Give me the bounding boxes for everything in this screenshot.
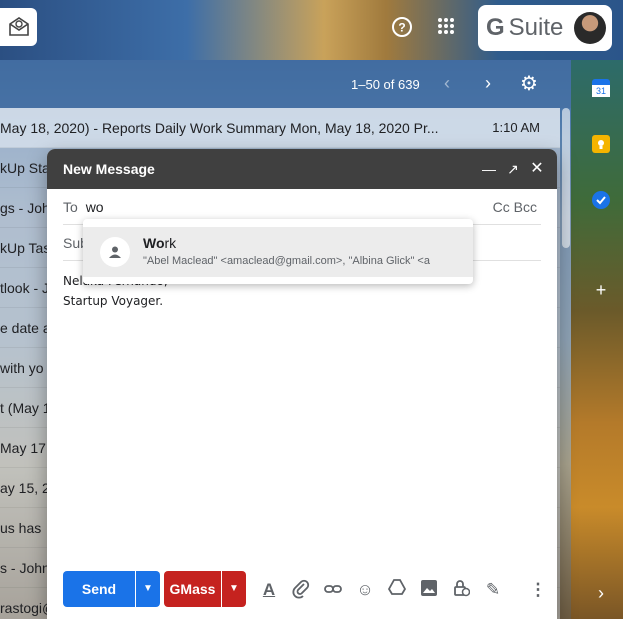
fullscreen-icon[interactable]: ↗ <box>503 149 523 189</box>
gsuite-account-button[interactable]: G Suite <box>478 5 612 51</box>
suggestion-name-rest: rk <box>164 235 177 251</box>
to-input[interactable]: wo <box>86 199 104 215</box>
close-icon[interactable]: ✕ <box>527 149 547 189</box>
pagination-count: 1–50 of 639 <box>351 77 420 92</box>
cc-bcc-link[interactable]: Cc Bcc <box>493 189 537 225</box>
drive-icon[interactable] <box>386 579 408 601</box>
contact-avatar-icon <box>100 237 130 267</box>
email-row-text: kUp Sta <box>0 160 50 176</box>
compose-header[interactable]: New Message — ↗ ✕ <box>47 149 557 189</box>
email-row-time: 1:10 AM <box>492 120 540 135</box>
signature-pen-icon[interactable]: ✎ <box>482 579 504 601</box>
email-row-text: us has <box>0 520 42 536</box>
svg-text:?: ? <box>398 21 405 35</box>
to-label: To <box>63 199 78 215</box>
insert-photo-icon[interactable] <box>418 579 440 601</box>
gmass-button[interactable]: GMass <box>164 571 221 607</box>
insert-link-icon[interactable] <box>322 579 344 601</box>
suggestion-name-match: Wo <box>143 235 165 251</box>
tasks-icon[interactable] <box>592 191 610 209</box>
mail-toolbar: 1–50 of 639 ‹ › ⚙ <box>0 60 571 108</box>
body-line: Startup Voyager. <box>63 294 164 308</box>
keep-icon[interactable] <box>592 135 610 153</box>
add-addon-icon[interactable]: + <box>592 281 610 299</box>
email-row-text: May 18, 2020) - Reports Daily Work Summa… <box>0 120 439 136</box>
email-row-text: with yo <box>0 360 44 376</box>
email-row-text: s - John <box>0 560 50 576</box>
send-options-chevron-icon[interactable]: ▼ <box>136 571 160 607</box>
emoji-icon[interactable]: ☺ <box>354 579 376 601</box>
recipient-suggestions: Work "Abel Maclead" <amaclead@gmail.com>… <box>83 219 473 284</box>
next-page-icon[interactable]: › <box>485 73 491 94</box>
email-row-text: kUp Tas <box>0 240 51 256</box>
calendar-icon[interactable]: 31 <box>592 79 610 97</box>
email-row-text: e date a <box>0 320 51 336</box>
more-options-icon[interactable]: ⋮ <box>527 579 549 601</box>
email-row-text: t (May 1 <box>0 400 51 416</box>
settings-gear-icon[interactable]: ⚙ <box>520 71 538 96</box>
suggestion-detail: "Abel Maclead" <amaclead@gmail.com>, "Al… <box>143 255 430 267</box>
minimize-icon[interactable]: — <box>479 149 499 189</box>
gmass-logo[interactable] <box>0 8 37 46</box>
email-row[interactable]: May 18, 2020) - Reports Daily Work Summa… <box>0 108 560 148</box>
compose-bottom-toolbar: Send ▼ GMass ▼ A ☺ ✎ ⋮ <box>47 571 557 611</box>
gsuite-label: Suite <box>508 14 564 41</box>
email-row-text: ay 15, 2 <box>0 480 50 496</box>
apps-grid-icon[interactable] <box>434 16 458 40</box>
suggestion-item[interactable]: Work "Abel Maclead" <amaclead@gmail.com>… <box>83 227 473 277</box>
confidential-mode-icon[interactable] <box>450 579 472 601</box>
suggestion-name: Work <box>143 235 176 251</box>
attach-file-icon[interactable] <box>290 579 312 601</box>
help-icon[interactable]: ? <box>390 16 414 40</box>
expand-side-panel-icon[interactable]: › <box>592 584 610 602</box>
email-row-text: May 17, <box>0 440 50 456</box>
formatting-icon[interactable]: A <box>258 579 280 601</box>
envelope-icon <box>8 17 29 36</box>
scrollbar[interactable] <box>562 108 570 248</box>
avatar[interactable] <box>574 12 606 44</box>
send-button[interactable]: Send <box>63 571 135 607</box>
gsuite-g-logo: G <box>486 14 505 41</box>
email-row-text: tlook - J <box>0 280 50 296</box>
compose-title: New Message <box>63 161 155 177</box>
prev-page-icon[interactable]: ‹ <box>444 73 450 94</box>
compose-window: New Message — ↗ ✕ To wo Cc Bcc Sub Nelak… <box>47 149 557 619</box>
gmass-options-chevron-icon[interactable]: ▼ <box>222 571 246 607</box>
